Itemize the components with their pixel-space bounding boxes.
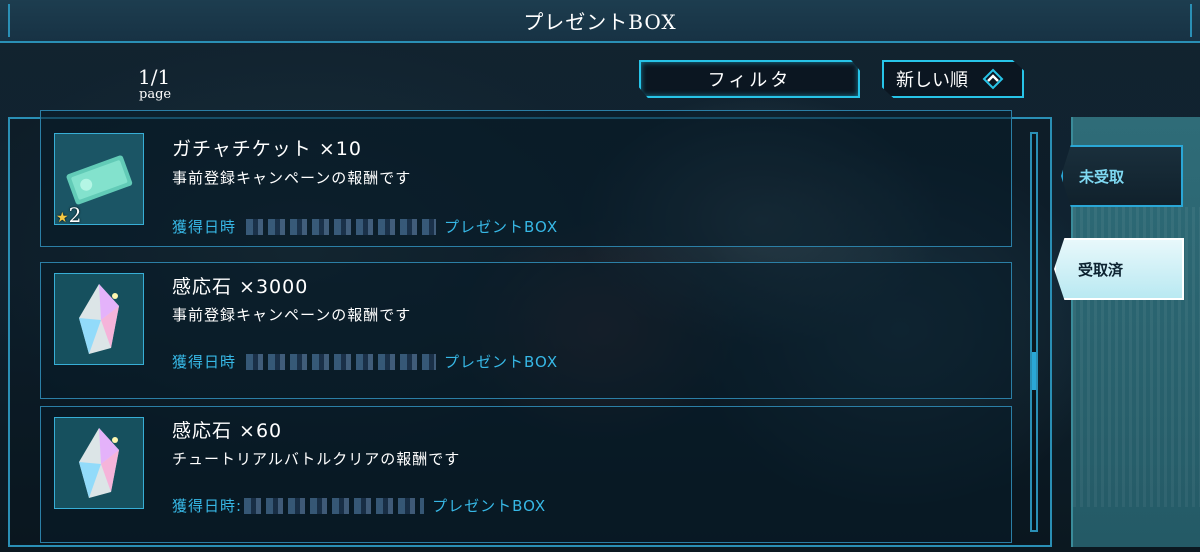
page-label: page [139, 87, 172, 102]
title-bar-frame: プレゼントBOX [8, 4, 1192, 37]
item-description: 事前登録キャンペーンの報酬です [172, 306, 412, 324]
item-source: プレゼントBOX [444, 353, 559, 371]
redacted-date [244, 497, 425, 514]
filter-button[interactable]: フィルタ [639, 60, 860, 98]
star-icon: ★ [56, 210, 69, 226]
crystal-icon [54, 417, 144, 509]
item-footer: 獲得日時: プレゼントBOX [172, 495, 546, 516]
list-item[interactable]: 感応石 ×3000 事前登録キャンペーンの報酬です 獲得日時 プレゼントBOX [40, 262, 1012, 399]
item-description: チュートリアルバトルクリアの報酬です [172, 450, 461, 468]
item-footer: 獲得日時 プレゼントBOX [172, 351, 558, 372]
item-description: 事前登録キャンペーンの報酬です [172, 169, 412, 187]
item-name: 感応石 ×3000 [172, 276, 309, 298]
sort-order-label: 新しい順 [896, 70, 968, 91]
item-name: ガチャチケット ×10 [172, 138, 362, 160]
item-name: 感応石 ×60 [172, 420, 283, 442]
title-bar: プレゼントBOX [0, 0, 1200, 43]
list-item[interactable]: ★2 ガチャチケット ×10 事前登録キャンペーンの報酬です 獲得日時 プレゼン… [40, 110, 1012, 247]
sort-order-button[interactable]: 新しい順 [882, 60, 1024, 98]
scrollbar-track[interactable] [1030, 132, 1038, 532]
acquired-date-label: 獲得日時 [172, 218, 237, 236]
acquired-date-label: 獲得日時: [172, 497, 243, 515]
redacted-date [246, 218, 437, 235]
redacted-date [246, 353, 437, 370]
crystal-icon [54, 273, 144, 365]
tab-received-label: 受取済 [1078, 260, 1124, 279]
tab-unreceived-label: 未受取 [1079, 167, 1125, 186]
item-source: プレゼントBOX [444, 218, 559, 236]
item-source: プレゼントBOX [432, 497, 547, 515]
filter-button-label: フィルタ [707, 70, 792, 91]
chevron-up-diamond-icon [982, 68, 1004, 90]
rarity-badge: ★2 [56, 203, 81, 227]
item-footer: 獲得日時 プレゼントBOX [172, 216, 558, 237]
rarity-count: 2 [68, 203, 82, 227]
tab-unreceived[interactable]: 未受取 [1061, 145, 1183, 207]
page-number: 1/1 [138, 65, 171, 89]
page-counter: 1/1 page [138, 66, 171, 101]
gacha-ticket-icon: ★2 [54, 133, 144, 227]
acquired-date-label: 獲得日時 [172, 353, 237, 371]
page-title: プレゼントBOX [523, 10, 677, 34]
list-item[interactable]: 感応石 ×60 チュートリアルバトルクリアの報酬です 獲得日時: プレゼントBO… [40, 406, 1012, 543]
scrollbar-thumb[interactable] [1032, 352, 1036, 390]
tab-received[interactable]: 受取済 [1054, 238, 1184, 300]
